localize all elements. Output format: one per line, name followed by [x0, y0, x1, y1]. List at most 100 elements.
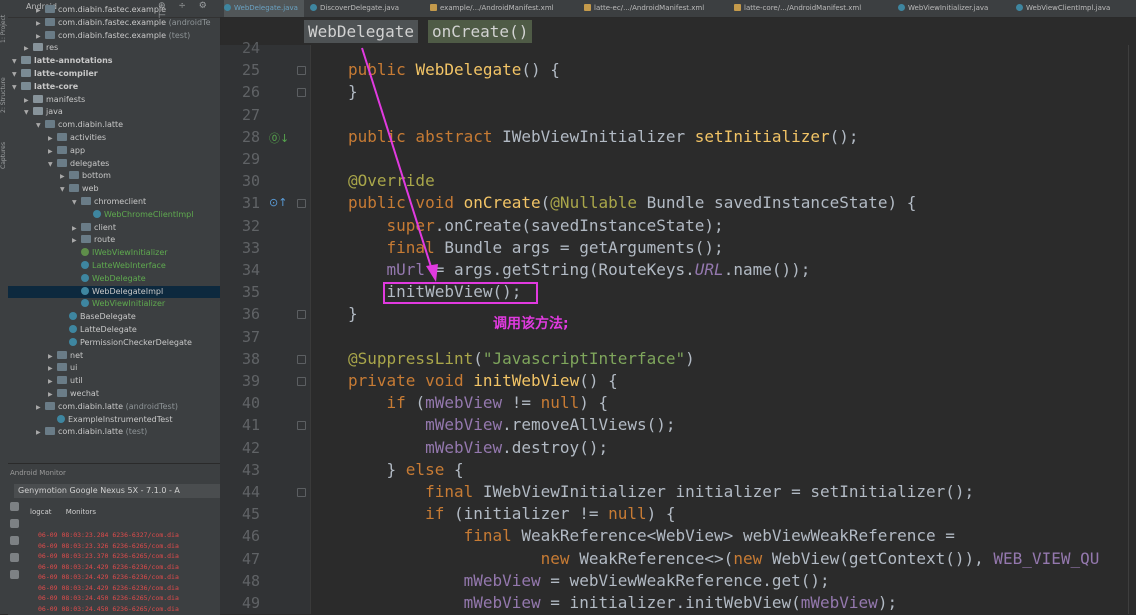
tree-item[interactable]: ▶ route — [72, 234, 115, 246]
tree-item[interactable]: ▶ client — [72, 222, 116, 234]
tab-monitors[interactable]: Monitors — [66, 508, 96, 516]
expand-arrow-icon[interactable]: ▶ — [48, 133, 57, 145]
code-line: @Override — [348, 170, 435, 192]
tree-item[interactable]: WebViewInitializer — [72, 298, 165, 310]
tree-item-label: web — [82, 184, 99, 194]
expand-arrow-icon[interactable]: ▼ — [12, 82, 21, 94]
tree-item[interactable]: IWebViewInitializer — [72, 247, 168, 259]
expand-arrow-icon[interactable]: ▼ — [72, 197, 81, 209]
expand-arrow-icon[interactable]: ▶ — [24, 95, 33, 107]
tree-item[interactable]: ▶ com.diabin.fastec.example — [36, 4, 166, 16]
expand-arrow-icon[interactable]: ▼ — [24, 107, 33, 119]
captures-tool-tab[interactable]: Captures — [0, 136, 8, 176]
line-number: 27 — [241, 105, 260, 124]
expand-arrow-icon[interactable]: ▼ — [12, 56, 21, 68]
expand-arrow-icon[interactable]: ▶ — [36, 31, 45, 43]
fold-icon[interactable] — [297, 377, 306, 386]
fold-icon[interactable] — [297, 66, 306, 76]
tree-item[interactable]: ▼ web — [60, 183, 99, 195]
tree-item[interactable]: LatteWebInterface — [72, 260, 166, 272]
line-number: 25 — [241, 61, 260, 80]
editor-tab[interactable]: WebDelegate.java — [224, 0, 304, 17]
expand-arrow-icon[interactable]: ▶ — [72, 223, 81, 235]
tree-item[interactable]: ▶ app — [48, 145, 85, 157]
tree-item[interactable]: ▶ activities — [48, 132, 106, 144]
code-token: public — [348, 60, 416, 80]
expand-arrow-icon[interactable]: ▶ — [72, 235, 81, 247]
line-number: 28 — [241, 127, 260, 146]
code-line: } — [348, 303, 358, 325]
tree-item[interactable]: ▶ manifests — [24, 94, 85, 106]
tree-item[interactable]: BaseDelegate — [60, 311, 136, 323]
screenshot-icon[interactable] — [10, 519, 19, 528]
tree-item[interactable]: ▼ com.diabin.latte — [36, 119, 123, 131]
expand-arrow-icon[interactable]: ▼ — [36, 120, 45, 132]
fold-icon[interactable] — [297, 488, 306, 497]
expand-arrow-icon[interactable]: ▶ — [36, 427, 45, 439]
expand-arrow-icon[interactable]: ▶ — [48, 146, 57, 158]
tree-item[interactable]: ▶ net — [48, 350, 83, 362]
tab-logcat[interactable]: logcat — [30, 508, 52, 516]
tree-item[interactable]: ▼ latte-core — [12, 81, 78, 93]
tree-item[interactable]: ▶ bottom — [60, 170, 111, 182]
help-icon[interactable] — [10, 570, 19, 579]
tree-item[interactable]: ▶ res — [24, 42, 58, 54]
tree-item[interactable]: WebDelegate — [72, 273, 146, 285]
tree-item[interactable]: ExampleInstrumentedTest — [48, 414, 172, 426]
expand-arrow-icon[interactable]: ▶ — [60, 171, 69, 183]
expand-arrow-icon[interactable]: ▶ — [48, 351, 57, 363]
code-token: = initializer.initWebView( — [540, 593, 801, 612]
tree-item[interactable]: ▼ delegates — [48, 158, 109, 170]
project-tool-tab[interactable]: 1: Project — [0, 4, 8, 54]
expand-arrow-icon[interactable]: ▶ — [48, 376, 57, 388]
tree-item[interactable]: ▶ util — [48, 375, 83, 387]
tree-item[interactable]: PermissionCheckerDelegate — [60, 337, 192, 349]
expand-arrow-icon[interactable]: ▶ — [36, 18, 45, 30]
code-line: mWebView.destroy(); — [348, 437, 608, 459]
tree-item[interactable]: ▶ ui — [48, 362, 77, 374]
structure-tool-tab[interactable]: 2: Structure — [0, 70, 8, 120]
code-editor[interactable]: public WebDelegate() {} public abstract I… — [310, 0, 1136, 614]
code-token: .removeAllViews(); — [502, 415, 676, 435]
expand-arrow-icon[interactable]: ▶ — [36, 5, 45, 17]
tree-item[interactable]: ▼ latte-annotations — [12, 55, 113, 67]
tree-item[interactable]: WebDelegateImpl — [8, 285, 220, 298]
folder-icon — [57, 133, 67, 141]
expand-arrow-icon[interactable]: ▶ — [36, 402, 45, 414]
restart-icon[interactable] — [10, 502, 19, 511]
fold-icon[interactable] — [297, 88, 306, 98]
tree-item[interactable]: ▶ com.diabin.latte (test) — [36, 426, 147, 438]
code-token: IWebViewInitializer — [502, 126, 695, 146]
tree-item[interactable]: ▶ com.diabin.latte (androidTest) — [36, 401, 178, 413]
override-marker-icon[interactable]: ⊙↑ — [269, 196, 287, 209]
fold-icon[interactable] — [297, 310, 306, 320]
folder-icon — [69, 171, 79, 180]
fold-icon[interactable] — [297, 199, 306, 209]
code-line: public void onCreate(@Nullable Bundle sa… — [348, 192, 916, 214]
record-icon[interactable] — [10, 536, 19, 545]
folder-icon — [57, 389, 67, 397]
tree-item[interactable]: WebChromeClientImpl — [84, 209, 193, 221]
expand-arrow-icon[interactable]: ▼ — [12, 69, 21, 81]
settings-icon[interactable] — [10, 553, 19, 562]
expand-arrow-icon[interactable]: ▶ — [48, 389, 57, 401]
tree-item[interactable]: ▶ wechat — [48, 388, 99, 400]
tree-item[interactable]: LatteDelegate — [60, 324, 137, 336]
folder-icon — [45, 17, 55, 26]
expand-arrow-icon[interactable]: ▶ — [24, 43, 33, 55]
implemented-marker-icon[interactable]: ⓪↓ — [269, 130, 289, 146]
log-line: 06-09 08:03:24.429 6236-6236/com.dia — [38, 583, 179, 592]
tree-item[interactable]: ▶ com.diabin.fastec.example (test) — [36, 30, 190, 42]
tree-item[interactable]: ▼ chromeclient — [72, 196, 146, 208]
device-selector[interactable]: Genymotion Google Nexus 5X - 7.1.0 - A — [14, 484, 220, 498]
expand-arrow-icon[interactable]: ▼ — [48, 159, 57, 171]
tree-item[interactable]: ▶ com.diabin.fastec.example (androidTe — [36, 17, 211, 29]
code-token: mWebView — [425, 437, 503, 457]
fold-icon[interactable] — [297, 354, 306, 364]
fold-icon[interactable] — [297, 421, 306, 431]
tree-item[interactable]: ▼ latte-compiler — [12, 68, 98, 80]
expand-arrow-icon[interactable]: ▶ — [48, 363, 57, 375]
tree-item[interactable]: ▼ java — [24, 106, 63, 118]
expand-arrow-icon[interactable]: ▼ — [60, 184, 69, 196]
